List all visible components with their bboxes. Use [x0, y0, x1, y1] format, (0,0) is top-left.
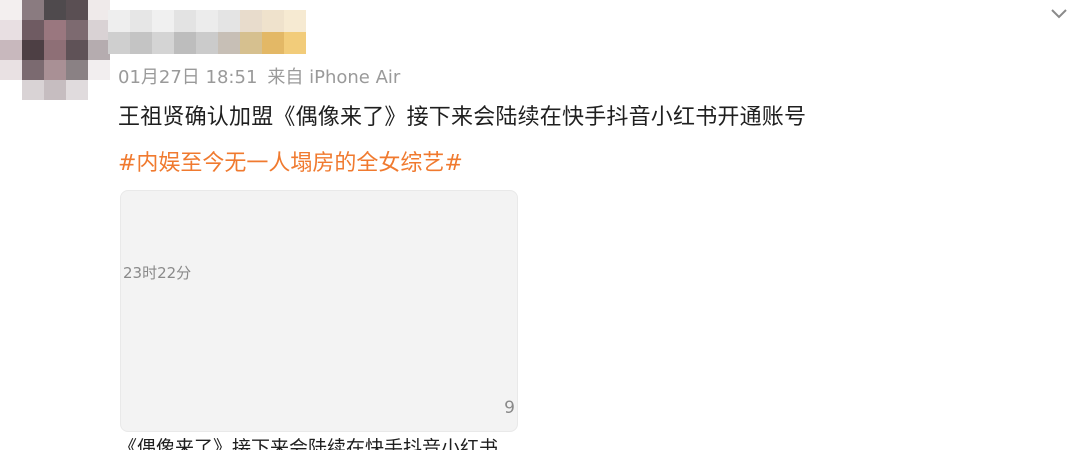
video-card[interactable]: 23时22分 9: [120, 190, 518, 432]
post-meta: 01月27日 18:51 来自 iPhone Air: [118, 63, 400, 89]
chevron-down-icon[interactable]: [1048, 2, 1070, 24]
avatar[interactable]: [0, 0, 112, 100]
post-date[interactable]: 01月27日 18:51: [118, 67, 257, 88]
post-source: 来自 iPhone Air: [267, 67, 401, 88]
card-count: 9: [504, 398, 515, 418]
weibo-post: 01月27日 18:51 来自 iPhone Air 王祖贤确认加盟《偶像来了》接…: [0, 0, 1080, 450]
username[interactable]: [108, 10, 306, 54]
card-time: 23时22分: [123, 264, 192, 282]
hashtag-link[interactable]: #内娱至今无一人塌房的全女综艺#: [118, 145, 463, 177]
card-caption[interactable]: 《偶像来了》接下来会陆续在快手抖音小红书: [118, 433, 528, 450]
post-text: 王祖贤确认加盟《偶像来了》接下来会陆续在快手抖音小红书开通账号: [118, 105, 807, 130]
